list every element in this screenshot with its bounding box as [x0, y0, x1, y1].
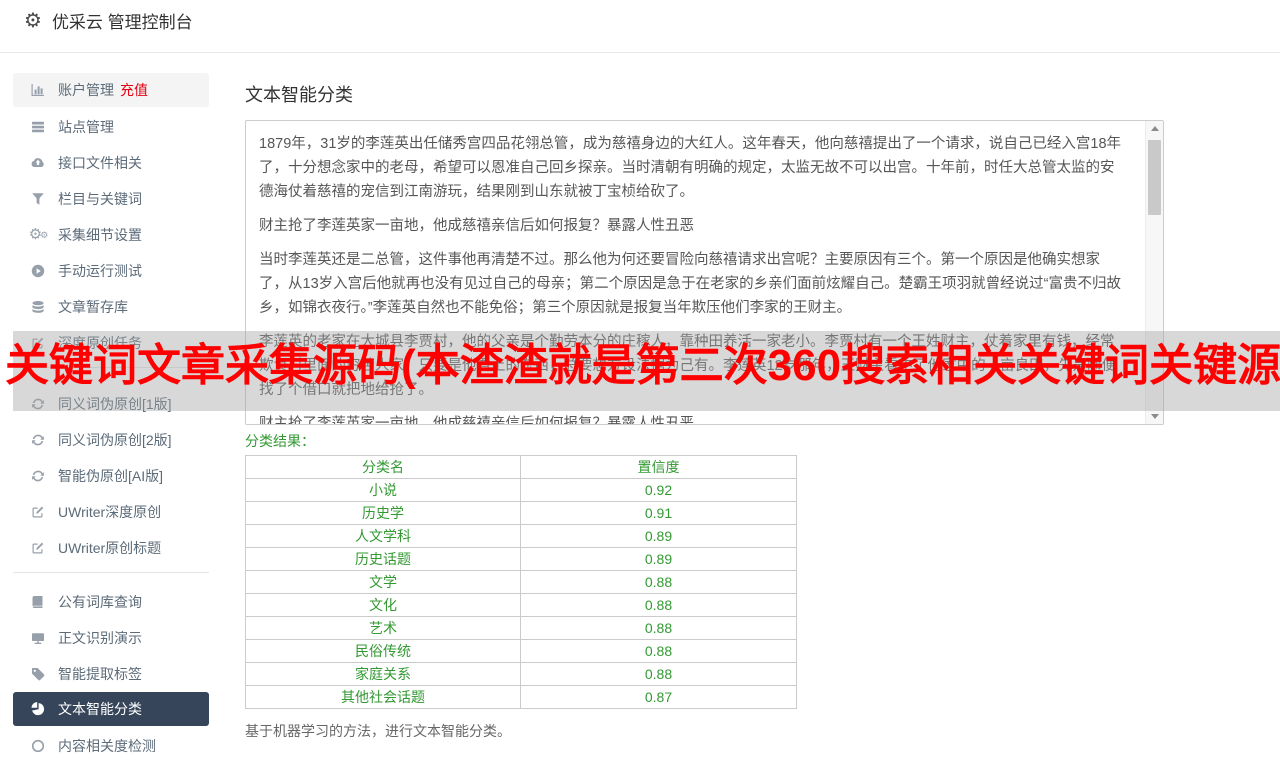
- promo-watermark-text: 关键词文章采集源码(本渣渣就是第二次360搜索相关关键词关键源: [5, 341, 1280, 390]
- play-circle-icon: [30, 264, 45, 279]
- category-cell: 家庭关系: [245, 662, 521, 686]
- sidebar-item-uwriter-original-title[interactable]: UWriter原创标题: [13, 530, 209, 566]
- pie-chart-icon: [30, 702, 45, 717]
- server-stack-icon: [30, 120, 45, 135]
- article-paragraph: 当时李莲英还是二总管，这件事他再清楚不过。那么他为何还要冒险向慈禧请求出宫呢？主…: [259, 252, 1121, 316]
- column-header-category: 分类名: [245, 455, 521, 479]
- result-label: 分类结果：: [245, 433, 315, 449]
- refresh-icon: [30, 433, 45, 448]
- category-cell: 人文学科: [245, 524, 521, 548]
- filter-icon: [30, 192, 45, 207]
- sidebar-item-label: 公有词库查询: [58, 594, 142, 610]
- edit-icon: [30, 505, 45, 520]
- article-paragraph: 财主抢了李莲英家一亩地，他成慈禧亲信后如何报复？暴露人性丑恶: [259, 218, 694, 234]
- confidence-cell: 0.87: [520, 685, 797, 709]
- bar-chart-icon: [30, 83, 45, 98]
- sidebar-item-ai-rewrite[interactable]: 智能伪原创[AI版]: [13, 458, 209, 494]
- sidebar-divider: [13, 572, 209, 573]
- sidebar-item-synonym-rewrite-v2[interactable]: 同义词伪原创[2版]: [13, 422, 209, 458]
- table-header-row: 分类名 置信度: [245, 455, 797, 479]
- confidence-cell: 0.92: [520, 478, 797, 502]
- sidebar-item-article-cache[interactable]: 文章暂存库: [13, 289, 209, 325]
- sidebar: 账户管理 充值 站点管理 接口文件相关 栏目与关键词 ⚙⚙ 采集细节设置 手动运…: [13, 73, 209, 764]
- sidebar-item-account-management[interactable]: 账户管理 充值: [13, 73, 209, 107]
- sidebar-item-label: UWriter深度原创: [58, 504, 162, 520]
- gears-icon: ⚙⚙: [28, 226, 49, 243]
- cloud-upload-icon: [30, 156, 45, 171]
- sidebar-item-label: 文本智能分类: [58, 701, 142, 717]
- scan-icon: [30, 739, 45, 754]
- scroll-up-arrow[interactable]: [1146, 121, 1163, 136]
- sidebar-item-label: 正文识别演示: [58, 630, 142, 646]
- table-row: 历史学 0.91: [245, 501, 797, 525]
- category-cell: 历史学: [245, 501, 521, 525]
- sidebar-item-label: 内容相关度检测: [58, 738, 156, 754]
- table-row: 艺术 0.88: [245, 616, 797, 640]
- sidebar-item-label: 智能伪原创[AI版]: [58, 468, 164, 484]
- sidebar-item-smart-tag-extraction[interactable]: 智能提取标签: [13, 656, 209, 692]
- edit-icon: [30, 541, 45, 556]
- category-cell: 其他社会话题: [245, 685, 521, 709]
- page-title: 文本智能分类: [245, 85, 353, 105]
- article-paragraph: 1879年，31岁的李莲英出任储秀宫四品花翎总管，成为慈禧身边的大红人。这年春天…: [259, 136, 1122, 200]
- scroll-down-arrow[interactable]: [1146, 409, 1163, 424]
- sidebar-item-public-lexicon-query[interactable]: 公有词库查询: [13, 584, 209, 620]
- sidebar-item-label: 栏目与关键词: [58, 191, 142, 207]
- confidence-cell: 0.88: [520, 639, 797, 663]
- sidebar-item-label: 采集细节设置: [58, 227, 142, 243]
- sidebar-item-label: 站点管理: [58, 119, 114, 135]
- sidebar-item-label: 接口文件相关: [58, 155, 142, 171]
- app-header: ⚙ 优采云 管理控制台: [0, 0, 1280, 53]
- sidebar-item-label: 文章暂存库: [58, 299, 128, 315]
- refresh-icon: [30, 469, 45, 484]
- confidence-cell: 0.91: [520, 501, 797, 525]
- gear-icon: ⚙: [24, 9, 42, 32]
- table-row: 历史话题 0.89: [245, 547, 797, 571]
- table-row: 文化 0.88: [245, 593, 797, 617]
- table-row: 人文学科 0.89: [245, 524, 797, 548]
- sidebar-item-uwriter-deep-original[interactable]: UWriter深度原创: [13, 494, 209, 530]
- classification-table: 分类名 置信度 小说 0.92 历史学 0.91 人文学科 0.89 历史话题 0.89…: [245, 455, 797, 709]
- category-cell: 民俗传统: [245, 639, 521, 663]
- scrollbar-thumb[interactable]: [1148, 140, 1161, 215]
- article-paragraph: 财主抢了李莲英家一亩地，他成慈禧亲信后如何报复？暴露人性丑恶: [259, 416, 694, 424]
- sidebar-item-label: 手动运行测试: [58, 263, 142, 279]
- category-cell: 历史话题: [245, 547, 521, 571]
- sidebar-item-label: 账户管理: [58, 82, 114, 98]
- category-cell: 文学: [245, 570, 521, 594]
- confidence-cell: 0.88: [520, 616, 797, 640]
- category-cell: 艺术: [245, 616, 521, 640]
- confidence-cell: 0.89: [520, 547, 797, 571]
- sidebar-item-label: 同义词伪原创[2版]: [58, 432, 172, 448]
- sidebar-item-content-relevance-check[interactable]: 内容相关度检测: [13, 728, 209, 764]
- monitor-icon: [30, 631, 45, 646]
- sidebar-item-content-recognition-demo[interactable]: 正文识别演示: [13, 620, 209, 656]
- sidebar-item-label: UWriter原创标题: [58, 540, 162, 556]
- sidebar-item-collection-settings[interactable]: ⚙⚙ 采集细节设置: [13, 217, 209, 253]
- sidebar-item-text-classification[interactable]: 文本智能分类: [13, 692, 209, 726]
- column-header-confidence: 置信度: [520, 455, 797, 479]
- table-row: 其他社会话题 0.87: [245, 685, 797, 709]
- app-title: 优采云 管理控制台: [51, 13, 193, 32]
- table-row: 小说 0.92: [245, 478, 797, 502]
- table-row: 民俗传统 0.88: [245, 639, 797, 663]
- category-cell: 文化: [245, 593, 521, 617]
- confidence-cell: 0.88: [520, 570, 797, 594]
- sidebar-item-label: 智能提取标签: [58, 666, 142, 682]
- table-row: 家庭关系 0.88: [245, 662, 797, 686]
- sidebar-item-manual-run-test[interactable]: 手动运行测试: [13, 253, 209, 289]
- category-cell: 小说: [245, 478, 521, 502]
- confidence-cell: 0.88: [520, 662, 797, 686]
- tag-icon: [30, 667, 45, 682]
- footnote: 基于机器学习的方法，进行文本智能分类。: [245, 723, 511, 739]
- sidebar-item-interface-files[interactable]: 接口文件相关: [13, 145, 209, 181]
- database-icon: [30, 300, 45, 315]
- recharge-link[interactable]: 充值: [120, 80, 148, 100]
- sidebar-item-columns-keywords[interactable]: 栏目与关键词: [13, 181, 209, 217]
- sidebar-item-site-management[interactable]: 站点管理: [13, 109, 209, 145]
- confidence-cell: 0.89: [520, 524, 797, 548]
- confidence-cell: 0.88: [520, 593, 797, 617]
- book-icon: [30, 595, 45, 610]
- table-row: 文学 0.88: [245, 570, 797, 594]
